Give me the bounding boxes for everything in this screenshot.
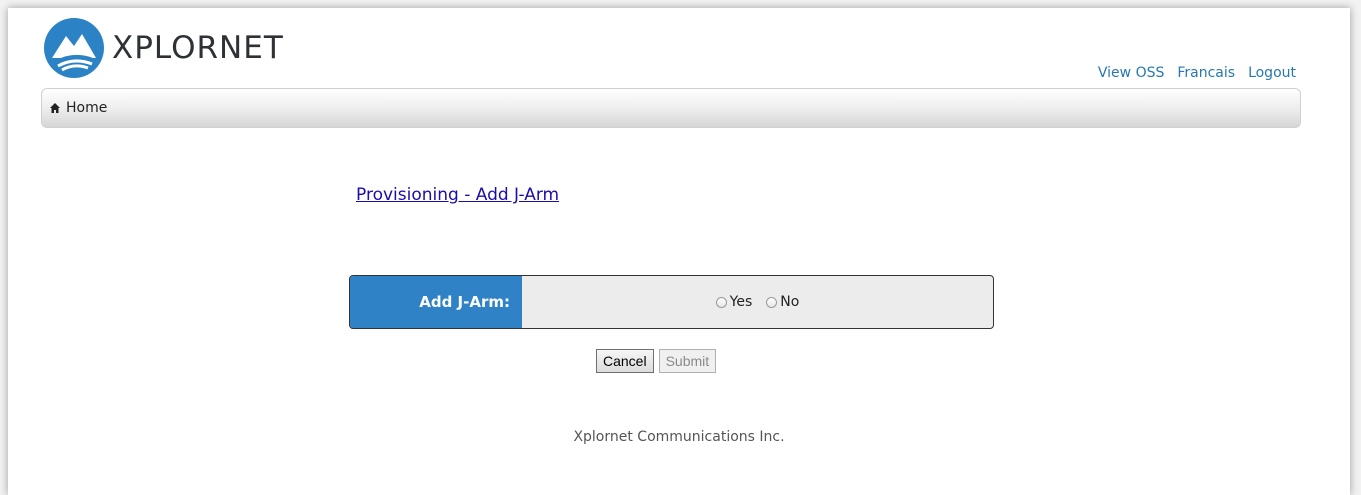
no-label: No [780, 294, 800, 310]
top-nav: View OSS Francais Logout [1098, 65, 1296, 81]
home-icon [50, 103, 60, 113]
yes-option[interactable]: Yes [715, 294, 753, 310]
yes-radio[interactable] [715, 296, 727, 308]
brand-logo[interactable]: XPLORNET [42, 14, 284, 82]
add-jarm-label: Add J-Arm: [350, 276, 522, 328]
breadcrumb: Home [41, 88, 1301, 128]
submit-button[interactable]: Submit [658, 349, 717, 373]
no-option[interactable]: No [766, 294, 799, 310]
logout-link[interactable]: Logout [1248, 65, 1296, 81]
add-jarm-form: Add J-Arm: Yes No [349, 275, 994, 329]
language-link[interactable]: Francais [1177, 65, 1235, 81]
yes-label: Yes [729, 294, 753, 310]
xplornet-logo-icon [44, 18, 104, 78]
no-radio[interactable] [766, 296, 778, 308]
view-oss-link[interactable]: View OSS [1098, 65, 1164, 81]
page-container: XPLORNET View OSS Francais Logout Home P… [8, 8, 1350, 495]
footer-company: Xplornet Communications Inc. [573, 429, 785, 445]
form-actions: Cancel Submit [596, 349, 717, 373]
brand-name: XPLORNET [112, 30, 284, 66]
breadcrumb-home-link[interactable]: Home [66, 100, 107, 116]
add-jarm-options: Yes No [522, 276, 993, 328]
page-title[interactable]: Provisioning - Add J-Arm [356, 185, 559, 205]
cancel-button[interactable]: Cancel [596, 349, 654, 373]
